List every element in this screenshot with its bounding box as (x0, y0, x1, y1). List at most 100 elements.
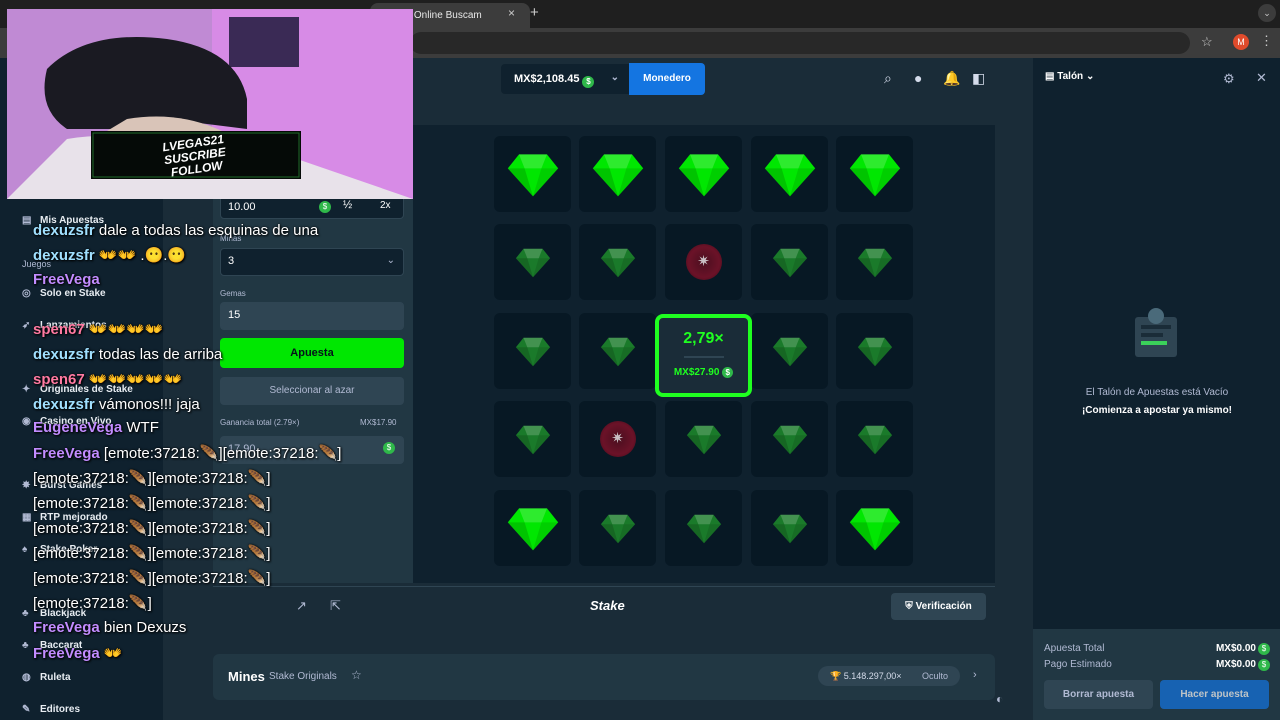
random-pick-button[interactable]: Seleccionar al azar (220, 377, 404, 405)
currency-coin-icon: $ (319, 201, 331, 213)
chat-text: [emote:37218:🪶][emote:37218:🪶] (33, 495, 271, 512)
chat-message: [emote:37218:🪶][emote:37218:🪶] (33, 569, 271, 587)
gem-icon (772, 425, 807, 455)
betslip-empty-cta: ¡Comienza a apostar ya mismo! (1081, 405, 1233, 416)
sidebar-item-solo-en-stake[interactable]: ◎ Solo en Stake (22, 288, 106, 299)
mine-tile[interactable] (494, 224, 571, 300)
mine-tile[interactable] (836, 224, 913, 300)
chat-username[interactable]: dexuzsfr (33, 247, 99, 264)
url-field[interactable] (410, 32, 1190, 54)
mine-tile[interactable] (494, 136, 571, 212)
mine-tile[interactable] (494, 401, 571, 477)
mine-tile[interactable] (665, 490, 742, 566)
gem-icon (772, 337, 807, 367)
mine-tile[interactable] (579, 224, 656, 300)
profile-avatar[interactable]: M (1233, 34, 1249, 50)
chat-username[interactable]: FreeVega (33, 645, 104, 662)
streamer-webcam: LVEGAS21 SUSCRIBE FOLLOW (7, 9, 413, 199)
chat-message: dexuzsfr todas las de arriba (33, 346, 222, 363)
verify-button[interactable]: ⛨ Verificación (891, 593, 986, 620)
chevron-right-icon[interactable]: › (973, 669, 977, 681)
mine-tile[interactable] (836, 313, 913, 389)
chat-text: 👐 (103, 645, 123, 662)
chat-message: FreeVega bien Dexuzs (33, 619, 186, 636)
mine-tile[interactable] (836, 490, 913, 566)
mine-tile[interactable] (494, 490, 571, 566)
estimated-payout-row: Pago Estimado MX$0.00 $ (1044, 659, 1270, 671)
chat-username[interactable]: EugeneVega (33, 419, 126, 436)
double-bet-button[interactable]: 2x (380, 200, 391, 211)
browser-menu-icon[interactable]: ⋮ (1260, 33, 1273, 49)
settings-gear-icon[interactable]: ⚙ (1223, 71, 1235, 87)
mine-tile[interactable] (751, 313, 828, 389)
chat-username[interactable]: dexuzsfr (33, 346, 99, 363)
mine-tile[interactable] (665, 401, 742, 477)
chat-text: [emote:37218:🪶][emote:37218:🪶] (33, 520, 271, 537)
trophy-icon: 🏆 (830, 671, 842, 681)
wallet-button[interactable]: Monedero (629, 63, 705, 95)
mine-tile[interactable] (751, 224, 828, 300)
close-icon[interactable]: ✕ (1256, 70, 1267, 86)
mine-tile[interactable] (579, 401, 656, 477)
favorite-star-icon[interactable]: ☆ (351, 668, 362, 682)
chat-text: dale a todas las esquinas de una (98, 222, 319, 239)
chat-text: vámonos!!! jaja (98, 396, 200, 413)
chat-message: [emote:37218:🪶][emote:37218:🪶] (33, 469, 271, 487)
betslip-toggle-icon[interactable]: ◧ (972, 70, 985, 87)
new-tab-icon[interactable]: + (530, 4, 539, 21)
half-bet-button[interactable]: ½ (343, 199, 352, 211)
chat-username[interactable]: dexuzsfr (33, 396, 99, 413)
balance-selector[interactable]: MX$2,108.45 $ ⌄ (501, 64, 629, 94)
gem-icon (515, 248, 550, 278)
gem-icon (772, 514, 807, 544)
bookmark-star-icon[interactable]: ☆ (1201, 34, 1213, 50)
gem-icon (592, 154, 643, 197)
tab-search-icon[interactable]: ⌄ (1258, 4, 1276, 22)
mine-tile[interactable] (494, 313, 571, 389)
total-bet-row: Apuesta Total MX$0.00 $ (1044, 643, 1270, 655)
gems-field: 15 (220, 302, 404, 330)
sidebar-item-ruleta[interactable]: ◍ Ruleta (22, 672, 71, 683)
mine-tile[interactable] (665, 136, 742, 212)
chat-username[interactable]: spen67 (33, 321, 89, 338)
chat-message: dexuzsfr 👐👐 .😶.😶 (33, 246, 186, 264)
mine-tile[interactable] (836, 401, 913, 477)
mines-select[interactable]: 3 ⌄ (220, 248, 404, 276)
record-status: Oculto (922, 671, 949, 681)
gem-icon (600, 337, 635, 367)
betslip-title[interactable]: ▤ Talón ⌄ (1045, 71, 1094, 82)
chat-username[interactable]: FreeVega (33, 619, 104, 636)
mine-tile[interactable] (579, 313, 656, 389)
mine-tile[interactable] (665, 224, 742, 300)
chat-username[interactable]: spen67 (33, 371, 89, 388)
stats-chart-icon[interactable]: ↗ (296, 598, 307, 614)
game-provider: Stake Originals (269, 671, 337, 682)
close-tab-icon[interactable]: × (508, 6, 515, 20)
mine-tile[interactable] (579, 490, 656, 566)
win-divider (683, 356, 724, 358)
sidebar-item-label: Editores (40, 704, 81, 715)
gem-icon (857, 425, 892, 455)
chat-text: bien Dexuzs (103, 619, 187, 636)
gem-icon (857, 337, 892, 367)
mine-tile[interactable] (751, 490, 828, 566)
chat-username[interactable]: FreeVega (33, 271, 100, 288)
bet-button[interactable]: Apuesta (220, 338, 404, 368)
chat-text: 👐👐👐👐 (88, 321, 164, 338)
sidebar-item-editores[interactable]: ✎ Editores (22, 704, 80, 715)
mine-tile[interactable] (836, 136, 913, 212)
clear-bet-button[interactable]: Borrar apuesta (1044, 680, 1153, 709)
notification-bell-icon[interactable]: 🔔 (943, 70, 960, 87)
search-icon[interactable]: ⌕ (884, 70, 892, 87)
user-icon[interactable]: ● (914, 70, 922, 86)
gem-icon (849, 154, 900, 197)
chat-username[interactable]: dexuzsfr (33, 222, 99, 239)
external-link-icon[interactable]: ⇱ (330, 598, 341, 614)
support-headset-icon[interactable]: ◐ (996, 692, 1003, 706)
gem-icon (686, 425, 721, 455)
mine-tile[interactable] (751, 401, 828, 477)
place-bet-button[interactable]: Hacer apuesta (1160, 680, 1269, 709)
mine-tile[interactable] (751, 136, 828, 212)
mine-tile[interactable] (579, 136, 656, 212)
chat-username[interactable]: FreeVega (33, 445, 104, 462)
